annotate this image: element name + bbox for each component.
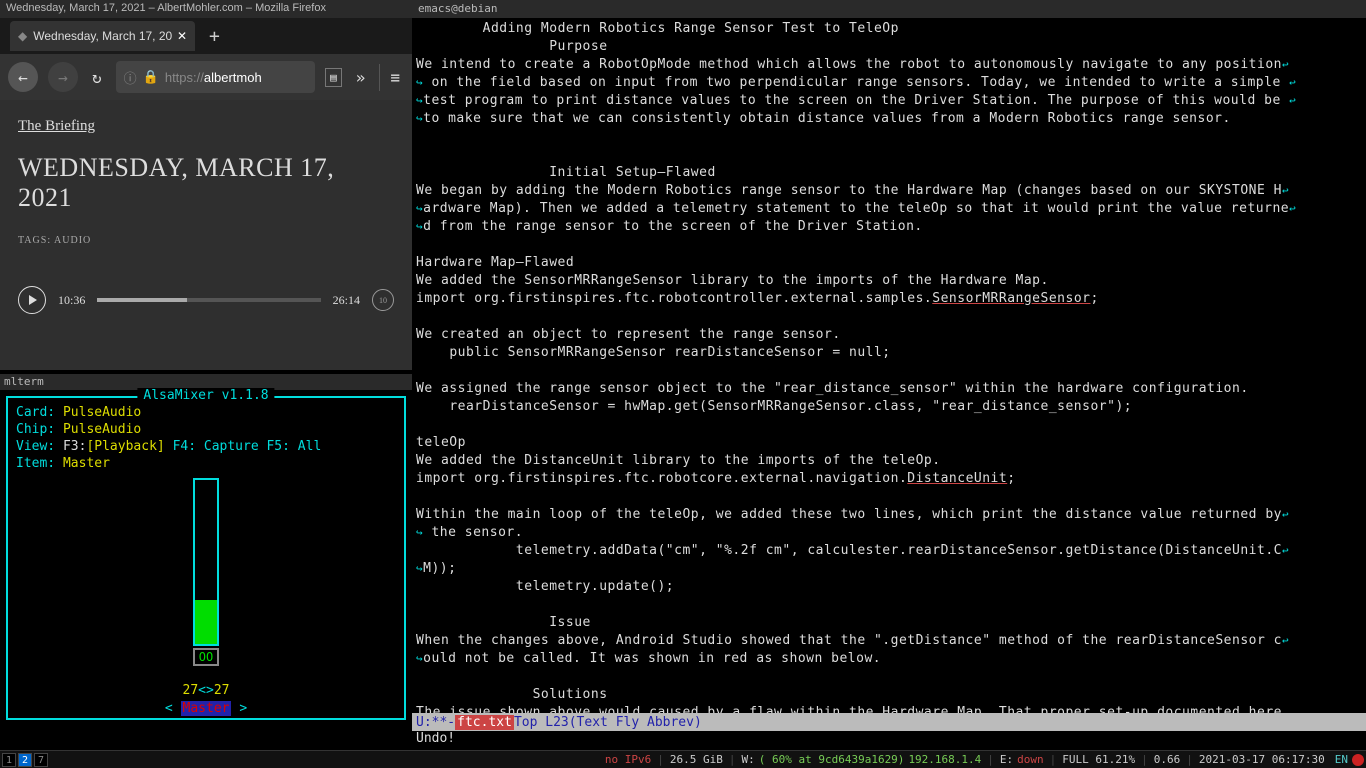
card-value: PulseAudio xyxy=(63,405,141,420)
view-all: F5: All xyxy=(266,439,321,454)
volume-meter[interactable] xyxy=(193,478,219,646)
item-value: Master xyxy=(63,456,110,471)
lock-icon: 🔒 xyxy=(143,69,159,85)
hamburger-menu-button[interactable]: ≡ xyxy=(379,64,404,91)
firefox-tabbar: ◆ Wednesday, March 17, 20 ✕ + xyxy=(0,18,412,54)
firefox-page-content: The Briefing WEDNESDAY, MARCH 17, 2021 T… xyxy=(0,100,412,370)
item-label: Item: xyxy=(16,456,55,471)
play-icon xyxy=(29,295,37,305)
mute-indicator: OO xyxy=(193,648,219,666)
workspace-1[interactable]: 1 xyxy=(2,753,16,767)
emacs-modeline: U:**- ftc.txt Top L23 (Text Fly Abbrev) xyxy=(412,713,1366,731)
firefox-titlebar: Wednesday, March 17, 2021 – AlbertMohler… xyxy=(0,0,412,18)
memory-status: 26.5 GiB xyxy=(670,753,723,766)
modeline-filename: ftc.txt xyxy=(455,715,514,730)
ipv6-status: no IPv6 xyxy=(605,753,651,766)
datetime: 2021-03-17 06:17:30 xyxy=(1199,753,1325,766)
i3-statusbar: 1 2 7 no IPv6| 26.5 GiB| W: ( 60% at 9cd… xyxy=(0,750,1366,768)
keyboard-layout: EN xyxy=(1335,753,1348,766)
briefing-link[interactable]: The Briefing xyxy=(18,118,394,135)
eth-status: down xyxy=(1017,753,1044,766)
info-icon: ⓘ xyxy=(124,68,137,87)
view-playback: [Playback] xyxy=(86,439,164,454)
back-button[interactable]: ← xyxy=(8,62,38,92)
meter-fill xyxy=(195,600,217,644)
view-f3: F3: xyxy=(63,439,86,454)
eth-label: E: xyxy=(1000,753,1013,766)
workspace-2[interactable]: 2 xyxy=(18,753,32,767)
firefox-toolbar: ← → ↻ ⓘ 🔒 https://albertmoh ▤ » ≡ xyxy=(0,54,412,100)
play-button[interactable] xyxy=(18,286,46,314)
status-right: no IPv6| 26.5 GiB| W: ( 60% at 9cd6439a1… xyxy=(605,753,1364,766)
battery-status: FULL 61.21% xyxy=(1062,753,1135,766)
close-icon[interactable]: ✕ xyxy=(177,29,187,43)
skip-button[interactable]: 10 xyxy=(372,289,394,311)
view-capture: F4: Capture xyxy=(173,439,259,454)
url-text: https://albertmoh xyxy=(165,70,262,85)
load-avg: 0.66 xyxy=(1154,753,1181,766)
power-icon[interactable] xyxy=(1352,754,1364,766)
ip-address: 192.168.1.4 xyxy=(908,753,981,766)
forward-button: → xyxy=(48,62,78,92)
alsamixer-title: AlsaMixer v1.1.8 xyxy=(137,388,274,403)
audio-progress-bar[interactable] xyxy=(97,298,320,302)
volume-values: 27<>27 xyxy=(8,683,404,698)
overflow-button[interactable]: » xyxy=(352,64,370,91)
emacs-titlebar: emacs@debian xyxy=(412,0,1366,18)
view-label: View: xyxy=(16,439,55,454)
audio-time-current: 10:36 xyxy=(58,293,85,308)
new-tab-button[interactable]: + xyxy=(209,26,220,47)
chip-value: PulseAudio xyxy=(63,422,141,437)
alsamixer-box: AlsaMixer v1.1.8 Card: PulseAudio Chip: … xyxy=(6,396,406,720)
wifi-label: W: xyxy=(741,753,754,766)
url-bar[interactable]: ⓘ 🔒 https://albertmoh xyxy=(116,61,315,93)
tab-title: Wednesday, March 17, 20 xyxy=(33,29,172,43)
page-headline: WEDNESDAY, MARCH 17, 2021 xyxy=(18,153,394,213)
wifi-status: ( 60% at 9cd6439a1629) xyxy=(759,753,905,766)
emacs-buffer[interactable]: Adding Modern Robotics Range Sensor Test… xyxy=(412,18,1366,713)
card-label: Card: xyxy=(16,405,55,420)
mlterm-window[interactable]: AlsaMixer v1.1.8 Card: PulseAudio Chip: … xyxy=(0,390,412,750)
chip-label: Chip: xyxy=(16,422,55,437)
browser-tab[interactable]: ◆ Wednesday, March 17, 20 ✕ xyxy=(10,21,195,51)
reader-mode-button[interactable]: ▤ xyxy=(325,68,342,87)
channel-label: < Master > xyxy=(8,701,404,716)
workspace-7[interactable]: 7 xyxy=(34,753,48,767)
emacs-echo-area: Undo! xyxy=(412,731,1366,749)
audio-progress-fill xyxy=(97,298,186,302)
tab-favicon: ◆ xyxy=(18,29,27,43)
audio-time-total: 26:14 xyxy=(333,293,360,308)
audio-player: 10:36 26:14 10 xyxy=(18,286,394,314)
tags-label: TAGS: AUDIO xyxy=(18,235,394,246)
refresh-button[interactable]: ↻ xyxy=(88,64,106,91)
